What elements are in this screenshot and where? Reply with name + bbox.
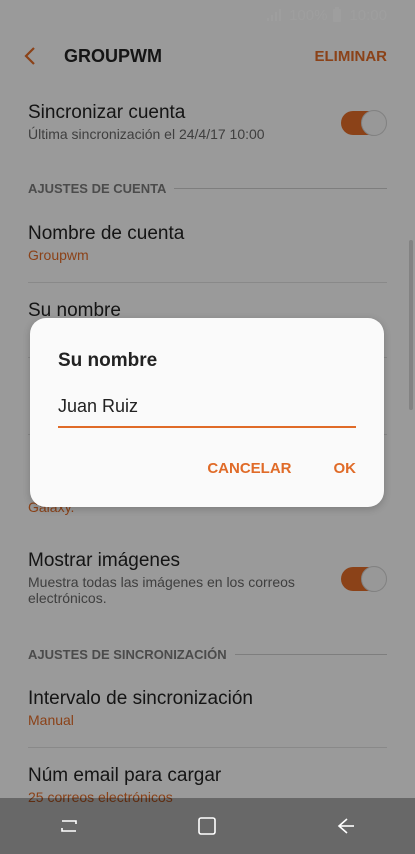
recents-button[interactable] (49, 806, 89, 846)
your-name-dialog: Su nombre Juan Ruiz CANCELAR OK (30, 318, 384, 507)
screen: 100% 10:00 GROUPWM ELIMINAR Sincronizar … (0, 0, 415, 854)
home-icon (198, 817, 217, 835)
name-input[interactable]: Juan Ruiz (58, 396, 356, 428)
recents-icon (61, 820, 77, 832)
cancel-button[interactable]: CANCELAR (207, 460, 291, 477)
ok-button[interactable]: OK (334, 460, 357, 477)
dialog-title: Su nombre (58, 350, 158, 371)
home-button[interactable] (187, 806, 227, 846)
navigation-bar (0, 798, 415, 854)
dialog-buttons: CANCELAR OK (207, 460, 356, 477)
nav-back-button[interactable] (326, 806, 366, 846)
back-arrow-icon (337, 818, 354, 834)
